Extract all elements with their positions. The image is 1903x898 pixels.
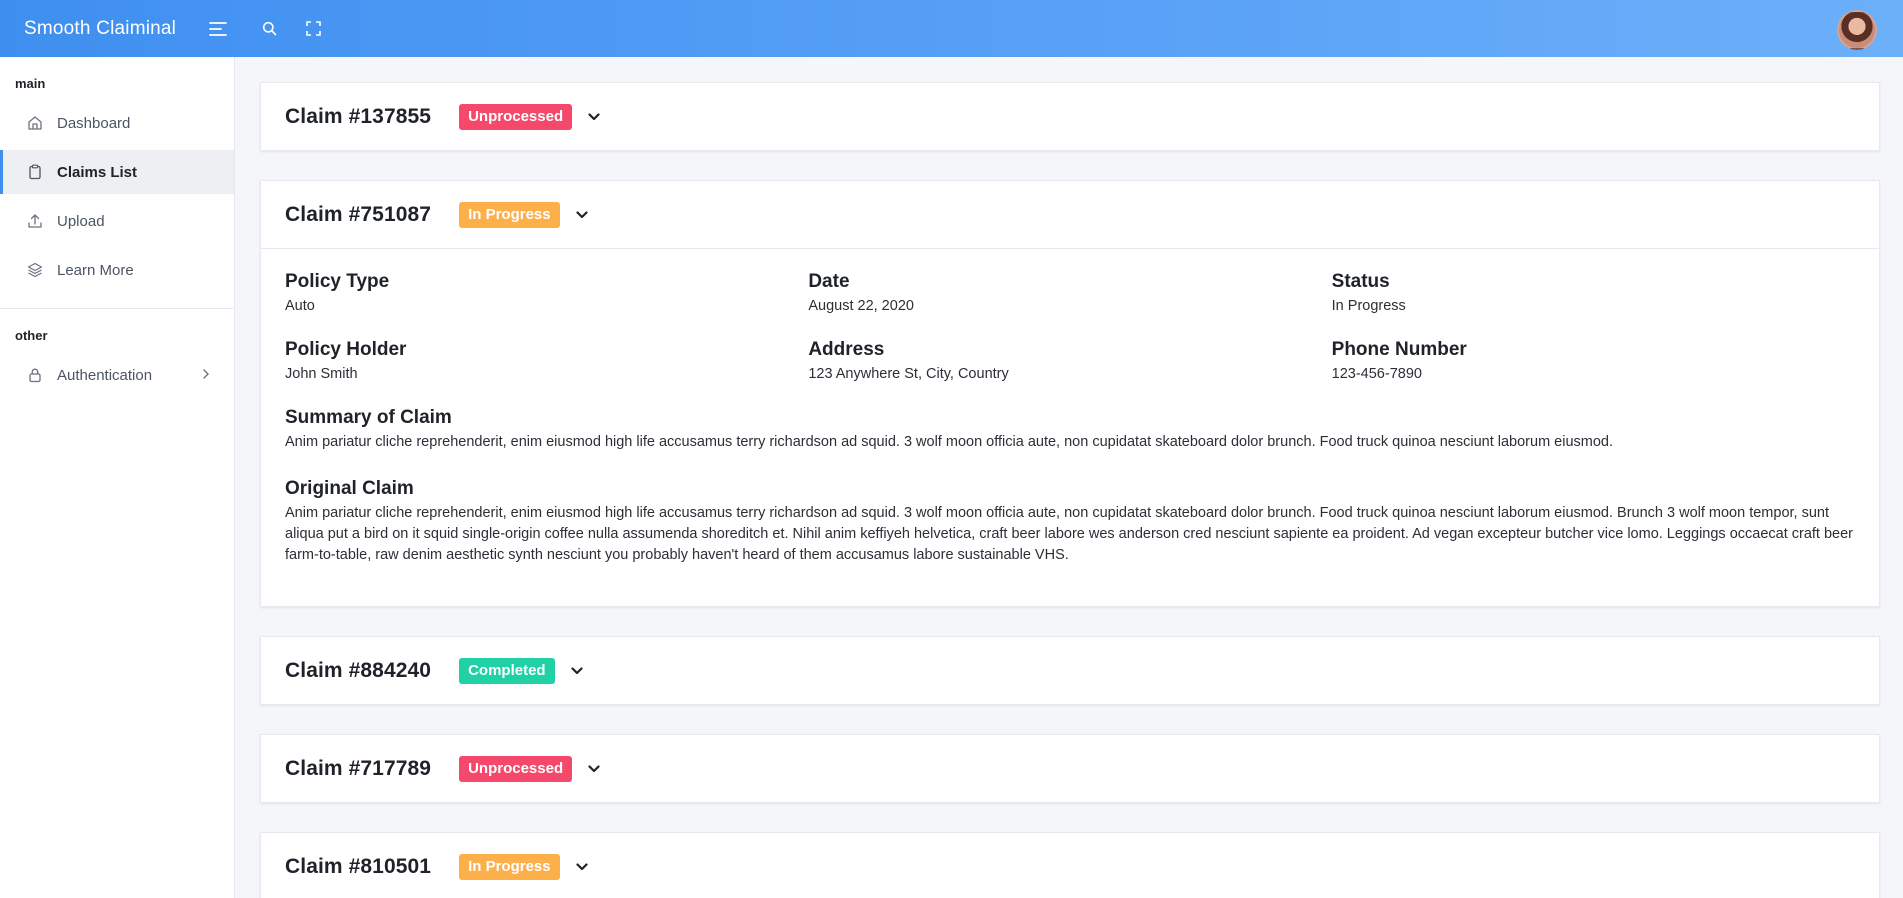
sidebar: main Dashboard Claims List Upload Learn … bbox=[0, 57, 235, 898]
sidebar-item-dashboard[interactable]: Dashboard bbox=[0, 101, 234, 145]
chevron-down-icon[interactable] bbox=[588, 764, 600, 773]
claim-header[interactable]: Claim #810501 In Progress bbox=[261, 833, 1879, 898]
chevron-down-icon[interactable] bbox=[588, 112, 600, 121]
sidebar-item-label: Upload bbox=[57, 212, 105, 230]
clipboard-icon bbox=[27, 164, 43, 180]
claim-details: Policy Type Auto Date August 22, 2020 St… bbox=[261, 248, 1879, 606]
claim-title: Claim #137855 bbox=[285, 104, 432, 128]
sidebar-item-claims-list[interactable]: Claims List bbox=[0, 150, 234, 194]
sidebar-section-other: other bbox=[15, 328, 48, 343]
claim-title: Claim #810501 bbox=[285, 854, 432, 878]
policy-type-field: Policy Type Auto bbox=[285, 271, 808, 314]
chevron-down-icon[interactable] bbox=[576, 210, 588, 219]
sidebar-item-learn-more[interactable]: Learn More bbox=[0, 248, 234, 292]
status-badge: Unprocessed bbox=[459, 103, 573, 130]
date-field: Date August 22, 2020 bbox=[808, 271, 1331, 314]
field-value: August 22, 2020 bbox=[808, 298, 914, 314]
original-claim-section: Original Claim Anim pariatur cliche repr… bbox=[285, 478, 1855, 566]
details-row: Policy Holder John Smith Address 123 Any… bbox=[285, 339, 1855, 382]
sidebar-item-label: Learn More bbox=[57, 261, 134, 279]
sidebar-item-label: Authentication bbox=[57, 366, 153, 384]
claim-title: Claim #751087 bbox=[285, 202, 432, 226]
sidebar-item-label: Dashboard bbox=[57, 114, 131, 132]
upload-icon bbox=[27, 213, 43, 229]
section-heading: Summary of Claim bbox=[285, 407, 452, 428]
field-label: Address bbox=[808, 339, 885, 360]
claim-card: Claim #810501 In Progress bbox=[260, 832, 1880, 898]
status-badge: Completed bbox=[459, 657, 555, 684]
chevron-down-icon[interactable] bbox=[576, 862, 588, 871]
status-badge: Unprocessed bbox=[459, 755, 573, 782]
search-icon[interactable] bbox=[254, 14, 284, 44]
claims-list: Claim #137855 Unprocessed Claim #751087 … bbox=[260, 82, 1880, 898]
policy-holder-field: Policy Holder John Smith bbox=[285, 339, 808, 382]
layers-icon bbox=[27, 262, 43, 278]
top-bar: Smooth Claiminal bbox=[0, 0, 1903, 57]
menu-icon[interactable] bbox=[203, 14, 233, 44]
claim-card-expanded: Claim #751087 In Progress Policy Type Au… bbox=[260, 180, 1880, 607]
avatar[interactable] bbox=[1837, 10, 1877, 50]
lock-icon bbox=[27, 367, 43, 383]
field-value: 123-456-7890 bbox=[1331, 366, 1422, 382]
app-title[interactable]: Smooth Claiminal bbox=[0, 18, 203, 40]
field-label: Policy Holder bbox=[285, 339, 407, 360]
home-icon bbox=[27, 115, 43, 131]
field-label: Policy Type bbox=[285, 271, 390, 292]
claim-title: Claim #717789 bbox=[285, 756, 432, 780]
details-row: Policy Type Auto Date August 22, 2020 St… bbox=[285, 271, 1855, 314]
claim-header[interactable]: Claim #137855 Unprocessed bbox=[261, 83, 1879, 150]
sidebar-item-label: Claims List bbox=[57, 163, 138, 181]
status-field: Status In Progress bbox=[1332, 271, 1855, 314]
claim-header[interactable]: Claim #884240 Completed bbox=[261, 637, 1879, 704]
field-label: Status bbox=[1331, 271, 1390, 292]
address-field: Address 123 Anywhere St, City, Country bbox=[808, 339, 1331, 382]
claim-card: Claim #884240 Completed bbox=[260, 636, 1880, 705]
phone-field: Phone Number 123-456-7890 bbox=[1332, 339, 1855, 382]
field-value: In Progress bbox=[1331, 298, 1406, 314]
status-badge: In Progress bbox=[459, 201, 560, 228]
claim-title: Claim #884240 bbox=[285, 658, 432, 682]
section-heading: Original Claim bbox=[285, 478, 414, 499]
chevron-right-icon bbox=[202, 367, 210, 384]
field-label: Phone Number bbox=[1331, 339, 1467, 360]
claim-header[interactable]: Claim #717789 Unprocessed bbox=[261, 735, 1879, 802]
fullscreen-icon[interactable] bbox=[298, 14, 328, 44]
claim-header[interactable]: Claim #751087 In Progress bbox=[261, 181, 1879, 248]
summary-text: Anim pariatur cliche reprehenderit, enim… bbox=[285, 434, 1614, 450]
sidebar-item-authentication[interactable]: Authentication bbox=[0, 353, 234, 397]
field-label: Date bbox=[808, 271, 850, 292]
field-value: 123 Anywhere St, City, Country bbox=[808, 366, 1009, 382]
sidebar-item-upload[interactable]: Upload bbox=[0, 199, 234, 243]
field-value: John Smith bbox=[285, 366, 358, 382]
sidebar-section-main: main bbox=[15, 76, 46, 91]
field-value: Auto bbox=[285, 298, 315, 314]
claim-card: Claim #137855 Unprocessed bbox=[260, 82, 1880, 151]
original-claim-text: Anim pariatur cliche reprehenderit, enim… bbox=[285, 505, 1854, 563]
claim-card: Claim #717789 Unprocessed bbox=[260, 734, 1880, 803]
summary-section: Summary of Claim Anim pariatur cliche re… bbox=[285, 407, 1855, 453]
status-badge: In Progress bbox=[459, 853, 560, 880]
chevron-down-icon[interactable] bbox=[570, 666, 583, 675]
